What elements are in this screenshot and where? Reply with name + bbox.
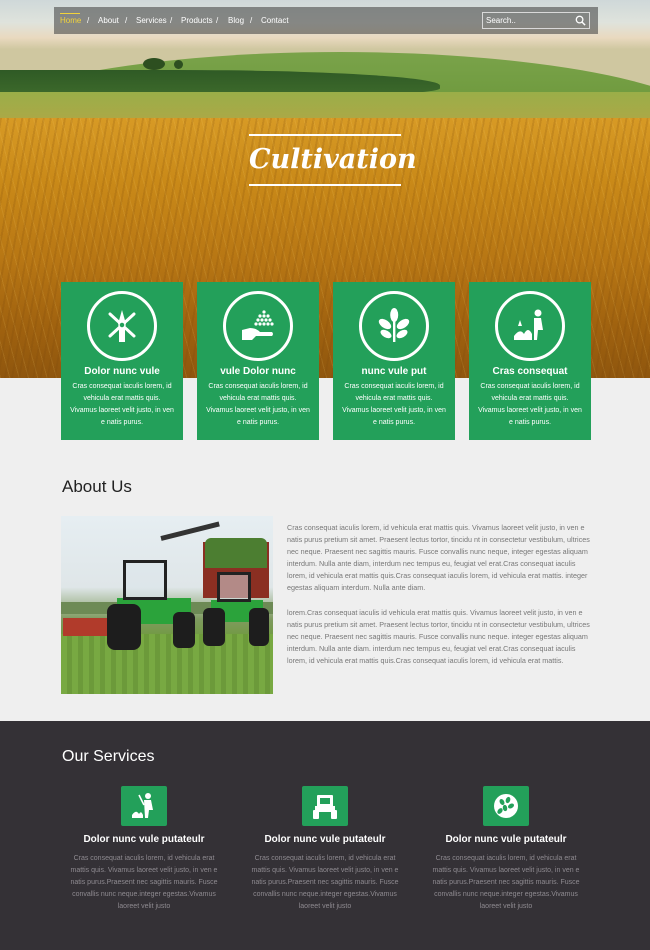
feature-text: Cras consequat iaculis lorem, id vehicul… <box>342 383 446 426</box>
feature-icon-circle <box>359 291 429 361</box>
service-icon-box <box>121 786 167 826</box>
nav-item-services[interactable]: Services <box>136 16 167 26</box>
grain-icon <box>494 794 518 818</box>
feature-icon-circle <box>223 291 293 361</box>
photo-grass <box>61 634 273 694</box>
feature-card[interactable]: vule Dolor nunc Cras consequat iaculis l… <box>197 282 319 440</box>
feature-text: Cras consequat iaculis lorem, id vehicul… <box>70 383 174 426</box>
search-box <box>482 12 590 29</box>
photo-wheel <box>249 608 269 646</box>
nav-active-indicator <box>60 13 80 14</box>
feature-title: Dolor nunc vule <box>84 366 160 377</box>
feature-icon-circle <box>495 291 565 361</box>
photo-tractor-cab <box>123 560 167 600</box>
gardener-icon <box>514 309 543 340</box>
title-rule-top <box>249 134 401 136</box>
service-icon-box <box>483 786 529 826</box>
tractor-icon <box>313 795 337 819</box>
nav-separator: / <box>87 16 90 25</box>
photo-wheel <box>203 608 225 646</box>
windmill-icon <box>108 310 136 342</box>
feature-card[interactable]: Cras consequat Cras consequat iaculis lo… <box>469 282 591 440</box>
photo-tractor-cab <box>217 572 251 602</box>
hero-title: Cultivation <box>249 144 417 175</box>
nav-item-about[interactable]: About <box>98 16 119 26</box>
services-section: Our Services Dolor nunc vule putateulr C… <box>0 721 650 950</box>
photo-wheel <box>107 604 141 650</box>
nav-separator: / <box>125 16 128 25</box>
about-heading: About Us <box>62 477 132 496</box>
photo-implement <box>63 618 107 636</box>
service-title: Dolor nunc vule putateulr <box>83 834 205 845</box>
photo-wheel <box>173 612 195 648</box>
farmer-icon <box>132 793 153 818</box>
feature-text: Cras consequat iaculis lorem, id vehicul… <box>478 383 582 426</box>
nav-separator: / <box>216 16 219 25</box>
feature-title: nunc vule put <box>361 366 427 377</box>
feature-icon-circle <box>87 291 157 361</box>
photo-trailer-load <box>205 538 267 568</box>
top-navigation: Home / About / Services / Products / Blo… <box>54 7 598 34</box>
service-title: Dolor nunc vule putateulr <box>264 834 386 845</box>
nav-item-home[interactable]: Home <box>60 16 81 26</box>
search-input[interactable] <box>483 13 571 28</box>
nav-item-blog[interactable]: Blog <box>228 16 244 26</box>
hero-tree <box>174 60 183 69</box>
feature-text: Cras consequat iaculis lorem, id vehicul… <box>206 383 310 426</box>
nav-item-contact[interactable]: Contact <box>261 16 289 26</box>
feature-card[interactable]: Dolor nunc vule Cras consequat iaculis l… <box>61 282 183 440</box>
services-heading: Our Services <box>62 748 155 765</box>
hero-tree <box>143 58 165 70</box>
service-title: Dolor nunc vule putateulr <box>445 834 567 845</box>
service-text: Cras consequat iaculis lorem, id vehicul… <box>70 855 218 910</box>
tractors-photo <box>61 516 273 694</box>
hand-seeds-icon <box>242 310 274 340</box>
nav-separator: / <box>170 16 173 25</box>
plant-sprout-icon <box>378 308 410 342</box>
service-icon-box <box>302 786 348 826</box>
search-icon[interactable] <box>575 15 586 26</box>
nav-item-products[interactable]: Products <box>181 16 213 26</box>
service-text: Cras consequat iaculis lorem, id vehicul… <box>432 855 580 910</box>
about-paragraph: Cras consequat iaculis lorem, id vehicul… <box>287 523 590 593</box>
service-text: Cras consequat iaculis lorem, id vehicul… <box>251 855 399 910</box>
about-paragraph: lorem.Cras consequat iaculis id vehicula… <box>287 608 590 666</box>
feature-title: vule Dolor nunc <box>220 366 296 377</box>
nav-separator: / <box>250 16 253 25</box>
feature-card[interactable]: nunc vule put Cras consequat iaculis lor… <box>333 282 455 440</box>
title-rule-bottom <box>249 184 401 186</box>
feature-title: Cras consequat <box>492 366 568 377</box>
